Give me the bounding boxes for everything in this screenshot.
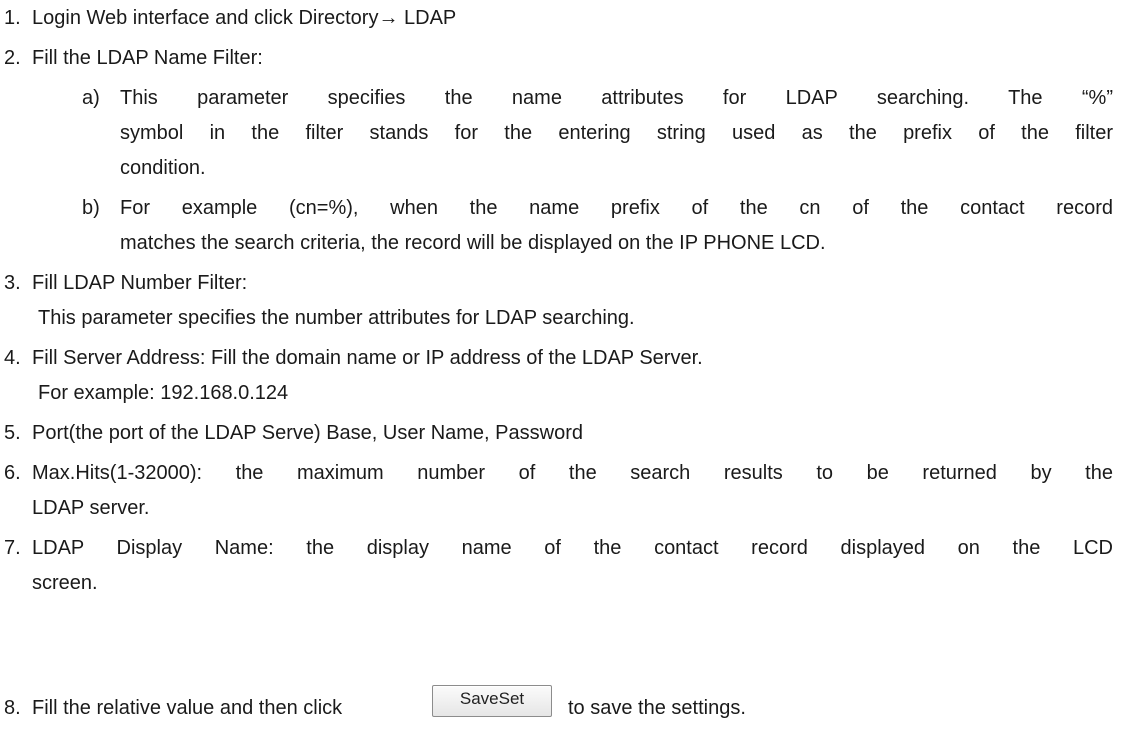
list-item: 1. Login Web interface and click Directo… — [0, 6, 1129, 30]
list-item: 3. Fill LDAP Number Filter: — [0, 271, 1129, 295]
step-text: LDAP server. — [32, 497, 150, 519]
list-item: 4. Fill Server Address: Fill the domain … — [0, 346, 1129, 370]
step-number: 3. — [4, 272, 21, 294]
sub-step-text: This parameter specifies the name attrib… — [120, 87, 1113, 109]
sub-step-text: For example (cn=%), when the name prefix… — [120, 197, 1113, 219]
sub-step-marker: b) — [82, 197, 100, 219]
sub-list-item: b) For example (cn=%), when the name pre… — [0, 196, 1129, 220]
step-text: screen. — [32, 572, 98, 594]
step-number: 7. — [4, 537, 21, 559]
step-text: Fill Server Address: Fill the domain nam… — [32, 347, 703, 369]
step-number: 4. — [4, 347, 21, 369]
saveset-button[interactable]: SaveSet — [432, 685, 552, 717]
list-item: 6. Max.Hits(1-32000): the maximum number… — [0, 461, 1129, 485]
list-item: 5. Port(the port of the LDAP Serve) Base… — [0, 421, 1129, 445]
list-item: 8. Fill the relative value and then clic… — [0, 696, 1129, 720]
step-text: Fill the LDAP Name Filter: — [32, 47, 263, 69]
step-number: 5. — [4, 422, 21, 444]
sub-step-text: condition. — [120, 157, 206, 179]
step-text: Max.Hits(1-32000): the maximum number of… — [32, 462, 1113, 484]
step-text: LDAP Display Name: the display name of t… — [32, 537, 1113, 559]
list-item: 7. LDAP Display Name: the display name o… — [0, 536, 1129, 560]
sub-step-text: matches the search criteria, the record … — [120, 232, 826, 254]
document-page: 1. Login Web interface and click Directo… — [0, 0, 1129, 734]
sub-list-item: a) This parameter specifies the name att… — [0, 86, 1129, 110]
step-text: Fill LDAP Number Filter: — [32, 272, 248, 294]
list-item: 2. Fill the LDAP Name Filter: — [0, 46, 1129, 70]
step-number: 1. — [4, 7, 21, 29]
step-number: 8. — [4, 697, 21, 719]
step-number: 2. — [4, 47, 21, 69]
step-text: to save the settings. — [568, 697, 746, 719]
step-number: 6. — [4, 462, 21, 484]
sub-step-marker: a) — [82, 87, 100, 109]
step-text: Port(the port of the LDAP Serve) Base, U… — [32, 422, 583, 444]
step-text: Login Web interface and click Directory→… — [32, 7, 457, 29]
step-text: Fill the relative value and then click — [32, 697, 343, 719]
step-text: For example: 192.168.0.124 — [38, 382, 289, 404]
sub-step-text: symbol in the filter stands for the ente… — [120, 122, 1113, 144]
step-text: This parameter specifies the number attr… — [38, 307, 635, 329]
